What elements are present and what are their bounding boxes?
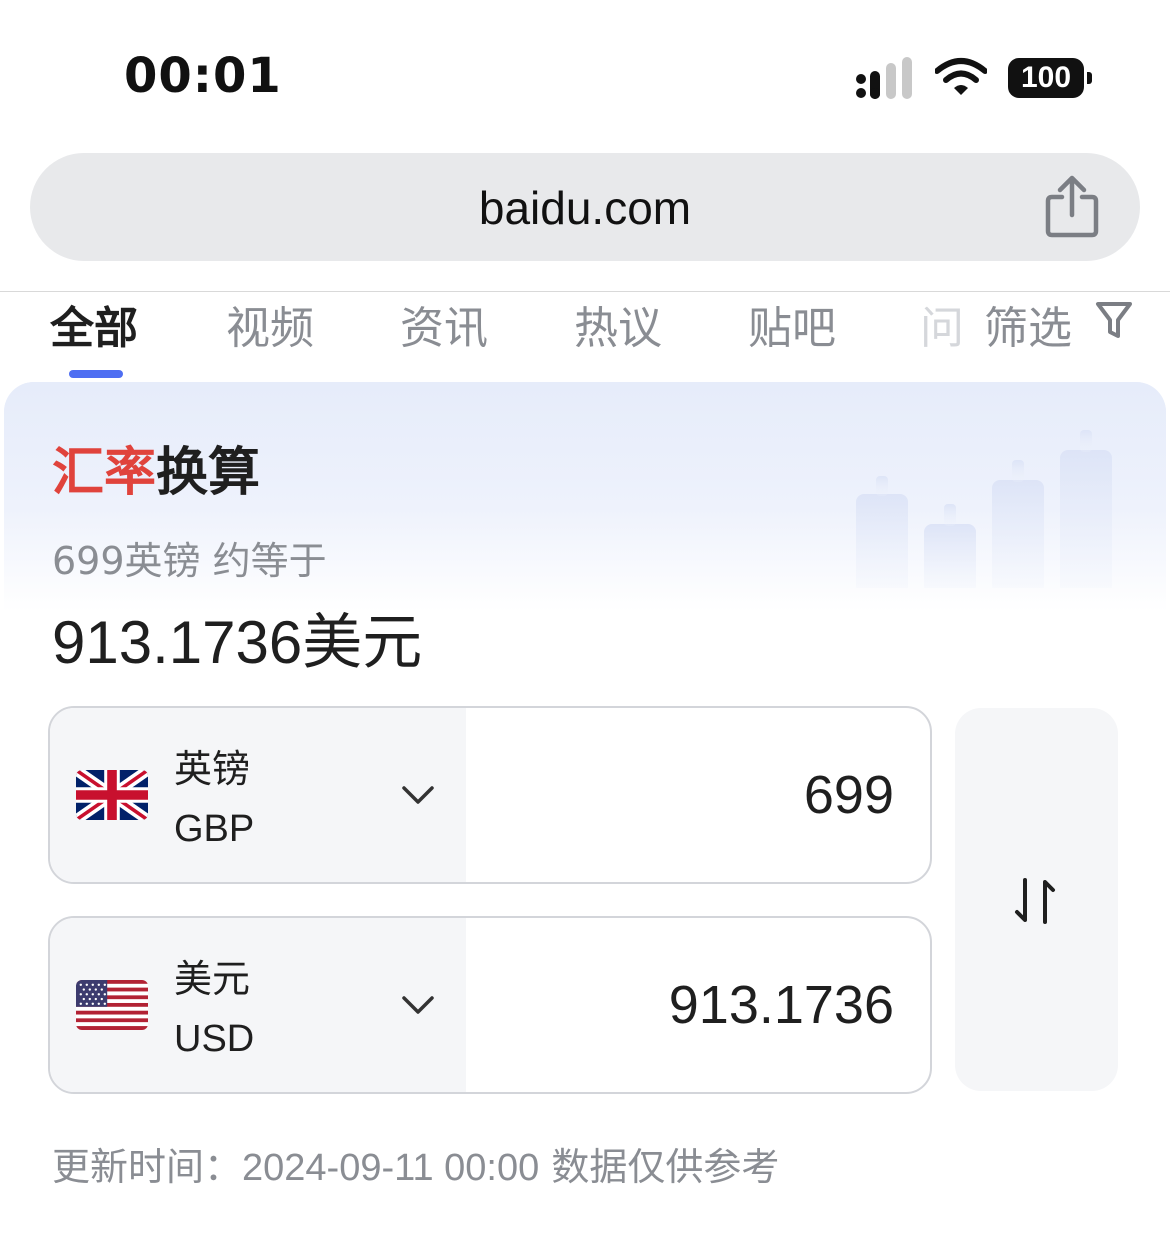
swap-currencies-button[interactable] <box>955 708 1118 1091</box>
swap-arrows-icon <box>1015 878 1055 924</box>
battery-icon: 100 <box>1008 58 1092 100</box>
us-flag-icon <box>76 980 148 1030</box>
card-title: 汇率换算 <box>52 430 260 505</box>
to-currency-row: 美元 USD 913.1736 <box>48 916 932 1094</box>
conversion-result: 913.1736美元 <box>52 609 423 676</box>
to-currency-code: USD <box>174 1018 255 1060</box>
tab-tieba[interactable]: 贴吧 <box>748 292 836 356</box>
from-currency-row: 英镑 GBP 699 <box>48 706 932 884</box>
from-currency-selector[interactable]: 英镑 GBP <box>50 708 466 882</box>
tab-all[interactable]: 全部 <box>50 292 138 356</box>
conversion-subtitle: 699英镑 约等于 <box>52 539 327 583</box>
to-amount-input[interactable]: 913.1736 <box>669 974 894 1036</box>
tab-partial[interactable]: 问 <box>920 292 964 356</box>
data-disclaimer: 数据仅供参考 <box>551 1145 780 1189</box>
to-currency-selector[interactable]: 美元 USD <box>50 918 466 1092</box>
from-currency-name: 英镑 <box>174 747 251 791</box>
wifi-icon <box>935 58 987 95</box>
filter-icon[interactable] <box>1094 298 1134 340</box>
tab-video[interactable]: 视频 <box>226 292 314 356</box>
active-tab-indicator <box>69 370 123 378</box>
status-time: 00:01 <box>124 48 282 104</box>
update-time-label: 更新时间： <box>52 1145 243 1189</box>
update-time-value: 2024-09-11 00:00 <box>242 1147 540 1189</box>
from-currency-code: GBP <box>174 808 255 850</box>
share-icon[interactable] <box>1042 175 1102 239</box>
filter-button[interactable]: 筛选 <box>984 292 1072 356</box>
card-title-rest: 换算 <box>156 443 261 503</box>
battery-level: 100 <box>1008 58 1084 98</box>
to-currency-name: 美元 <box>174 957 251 1001</box>
tab-news[interactable]: 资讯 <box>400 292 488 356</box>
chevron-down-icon <box>402 996 434 1014</box>
tab-hot-discussion[interactable]: 热议 <box>574 292 662 356</box>
chevron-down-icon <box>402 786 434 804</box>
address-bar[interactable]: baidu.com <box>30 153 1140 261</box>
cellular-signal-icon <box>856 57 912 99</box>
url-text: baidu.com <box>478 182 692 234</box>
from-amount-input[interactable]: 699 <box>804 764 894 826</box>
uk-flag-icon <box>76 770 148 820</box>
card-title-highlight: 汇率 <box>52 443 157 503</box>
update-time: 更新时间：2024-09-11 00:00 数据仅供参考 <box>52 1136 779 1191</box>
chart-decoration-icon <box>856 430 1112 588</box>
